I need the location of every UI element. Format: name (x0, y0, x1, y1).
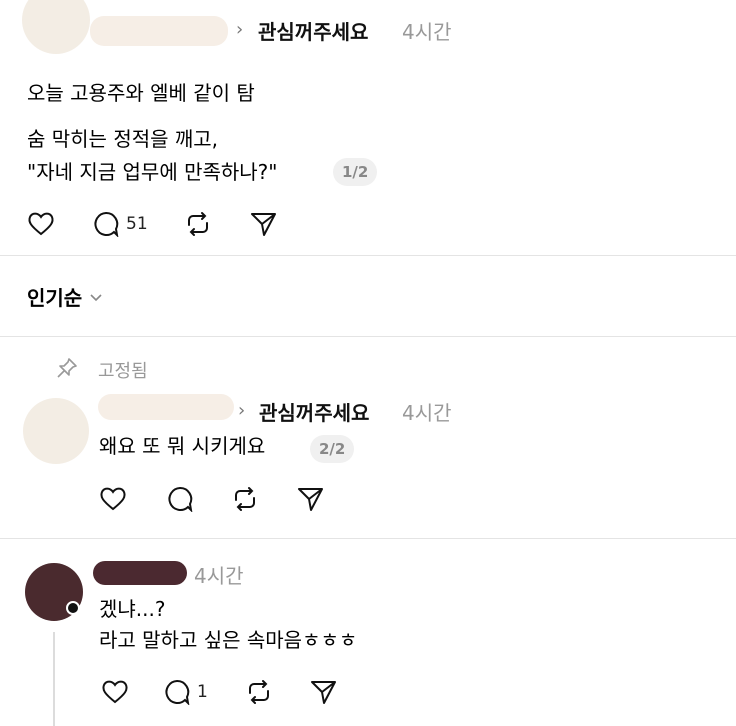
divider (0, 255, 736, 256)
repost-icon (249, 680, 269, 704)
pinned-topic[interactable]: 관심꺼주세요 (259, 397, 369, 426)
avatar-badge (66, 601, 80, 615)
reply-count: 51 (126, 214, 148, 234)
pinned-share-button[interactable] (297, 486, 325, 512)
pinned-repost-button[interactable] (231, 486, 259, 512)
repost-button[interactable] (184, 211, 212, 237)
pinned-reply-button[interactable] (166, 486, 194, 512)
sort-dropdown[interactable]: 인기순 (27, 282, 104, 311)
comment-icon (168, 486, 193, 512)
pinned-like-button[interactable] (99, 486, 127, 512)
share-icon (311, 681, 336, 704)
reply-button[interactable]: 51 (92, 211, 148, 237)
pinned-pager-badge: 2/2 (310, 435, 355, 463)
post-author-name-blurred[interactable] (90, 16, 228, 46)
share-icon (298, 488, 323, 511)
divider (0, 336, 736, 337)
share-icon (251, 213, 276, 236)
chevron-down-icon (90, 293, 102, 301)
comment-reply-button[interactable]: 1 (163, 679, 208, 705)
heart-icon (102, 680, 128, 704)
comment-icon (94, 211, 119, 237)
pin-icon (57, 358, 77, 378)
comment-author-name-blurred[interactable] (93, 561, 187, 585)
pinned-time: 4시간 (402, 401, 452, 425)
sort-label: 인기순 (27, 286, 83, 310)
divider (0, 538, 736, 539)
chevron-right-icon: › (238, 400, 246, 421)
like-button[interactable] (27, 211, 55, 237)
comment-like-button[interactable] (101, 679, 129, 705)
heart-icon (28, 212, 54, 236)
pinned-label: 고정됨 (98, 361, 148, 382)
comment-time: 4시간 (194, 564, 244, 588)
share-button[interactable] (250, 211, 278, 237)
post-topic[interactable]: 관심꺼주세요 (258, 16, 368, 45)
post-avatar[interactable] (22, 0, 90, 54)
pinned-text: 왜요 또 뭐 시키게요 (99, 434, 266, 458)
pinned-author-name-blurred[interactable] (98, 394, 234, 420)
repost-icon (235, 487, 255, 511)
chevron-right-icon: › (236, 19, 244, 40)
comment-line-2: 라고 말하고 싶은 속마음ㅎㅎㅎ (99, 628, 358, 652)
post-pager-badge: 1/2 (333, 158, 378, 186)
post-line-1: 오늘 고용주와 엘베 같이 탐 (27, 81, 255, 105)
comment-reply-count: 1 (197, 682, 208, 702)
comment-repost-button[interactable] (245, 679, 273, 705)
post-time: 4시간 (402, 20, 452, 44)
post-line-3: "자네 지금 업무에 만족하나?" (27, 160, 278, 184)
thread-line (53, 632, 55, 726)
post-line-2: 숨 막히는 정적을 깨고, (27, 127, 219, 151)
heart-icon (100, 487, 126, 511)
comment-line-1: 겠냐...? (99, 597, 166, 621)
comment-share-button[interactable] (310, 679, 338, 705)
pinned-avatar[interactable] (23, 398, 89, 464)
repost-icon (188, 212, 208, 236)
comment-icon (165, 679, 190, 705)
